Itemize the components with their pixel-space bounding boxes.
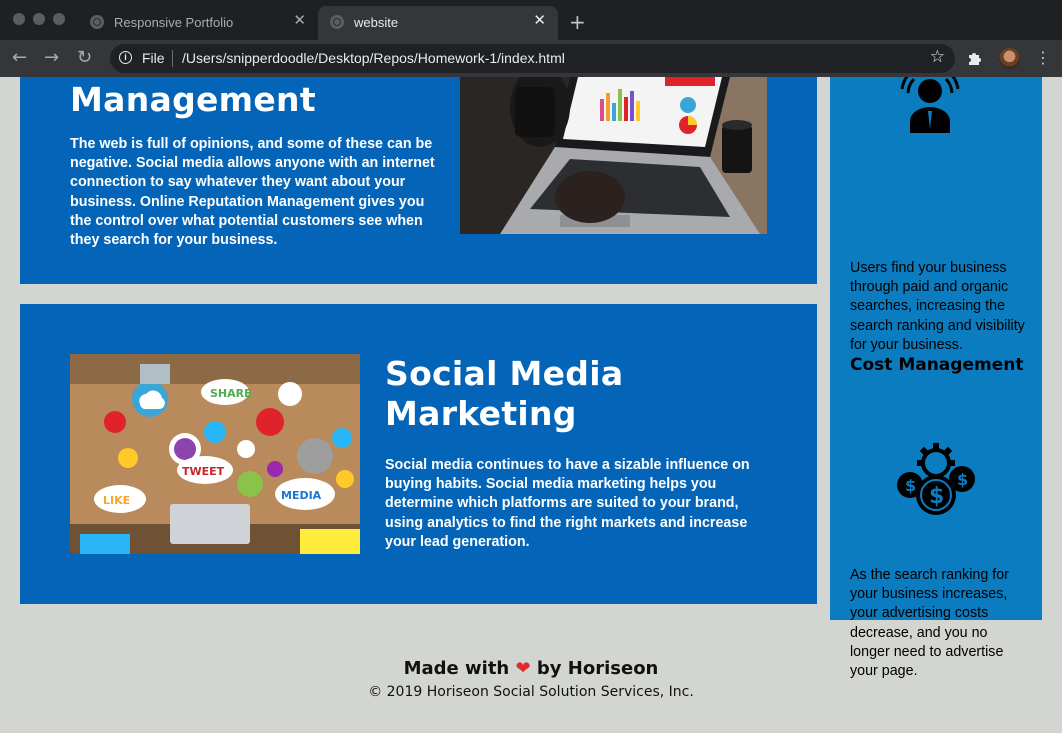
tab-title: website bbox=[354, 15, 399, 30]
tab-title: Responsive Portfolio bbox=[114, 15, 234, 30]
benefit-lead-text: Users find your business through paid an… bbox=[850, 260, 1025, 353]
browser-window: Responsive Portfolio ✕ website ✕ + ← → ↻… bbox=[0, 0, 1062, 733]
social-media-marketing-section: SHARE TWEET MEDIA LIKE Social Media Mark… bbox=[20, 304, 817, 604]
page-footer: Made with ❤ by Horiseon © 2019 Horiseon … bbox=[0, 657, 1062, 703]
copyright-text: © 2019 Horiseon Social Solution Services… bbox=[368, 684, 694, 700]
svg-text:$: $ bbox=[957, 470, 968, 489]
svg-text:$: $ bbox=[929, 484, 944, 509]
new-tab-button[interactable]: + bbox=[569, 10, 586, 34]
maximize-window-button[interactable] bbox=[53, 13, 65, 25]
svg-text:LIKE: LIKE bbox=[103, 494, 130, 507]
minimize-window-button[interactable] bbox=[33, 13, 45, 25]
bookmark-star-icon[interactable]: ☆ bbox=[930, 47, 945, 67]
by-horiseon-text: by Horiseon bbox=[536, 658, 659, 679]
tab-strip: Responsive Portfolio ✕ website ✕ + bbox=[0, 0, 1062, 40]
reputation-text: The web is full of opinions, and some of… bbox=[70, 136, 435, 249]
extensions-puzzle-icon[interactable] bbox=[966, 49, 984, 67]
svg-text:TWEET: TWEET bbox=[182, 465, 225, 478]
divider bbox=[172, 50, 173, 67]
svg-text:MEDIA: MEDIA bbox=[281, 489, 322, 502]
url-text[interactable]: /Users/snipperdoodle/Desktop/Repos/Homew… bbox=[182, 50, 565, 66]
forward-arrow-icon[interactable]: → bbox=[44, 46, 59, 70]
close-tab-icon[interactable]: ✕ bbox=[293, 12, 306, 30]
reputation-heading: Management bbox=[70, 80, 316, 119]
browser-toolbar: ← → ↻ i File /Users/snipperdoodle/Deskto… bbox=[0, 40, 1062, 77]
benefits-sidebar: Users find your business through paid an… bbox=[830, 77, 1042, 679]
reputation-management-section: Management The web is full of opinions, … bbox=[20, 77, 817, 284]
globe-icon bbox=[330, 15, 344, 29]
page-viewport: Management The web is full of opinions, … bbox=[0, 77, 1062, 733]
social-media-heading: Social Media Marketing bbox=[385, 354, 624, 433]
social-media-text: Social media continues to have a sizable… bbox=[385, 457, 750, 550]
svg-text:SHARE: SHARE bbox=[210, 387, 252, 400]
cost-management-gear-coins-icon: $ $ $ bbox=[897, 443, 975, 515]
made-with-line: Made with ❤ by Horiseon bbox=[0, 657, 1062, 681]
svg-text:$: $ bbox=[905, 476, 916, 495]
lightbulb-person-icon bbox=[900, 77, 960, 133]
more-menu-icon[interactable]: ⋮ bbox=[1035, 46, 1051, 70]
cost-management-heading: Cost Management bbox=[850, 355, 1024, 375]
address-bar[interactable]: i File /Users/snipperdoodle/Desktop/Repo… bbox=[110, 44, 955, 73]
url-scheme: File bbox=[142, 50, 165, 66]
tab-website[interactable]: website ✕ bbox=[318, 6, 558, 40]
back-arrow-icon[interactable]: ← bbox=[12, 46, 27, 70]
laptop-analytics-image bbox=[460, 77, 767, 234]
profile-avatar[interactable] bbox=[999, 48, 1020, 69]
heart-icon: ❤ bbox=[515, 658, 531, 679]
close-window-button[interactable] bbox=[13, 13, 25, 25]
close-tab-icon[interactable]: ✕ bbox=[533, 12, 546, 30]
social-media-collage-image: SHARE TWEET MEDIA LIKE bbox=[70, 354, 360, 554]
globe-icon bbox=[90, 15, 104, 29]
tab-responsive-portfolio[interactable]: Responsive Portfolio ✕ bbox=[78, 6, 318, 40]
reload-icon[interactable]: ↻ bbox=[77, 46, 92, 70]
made-with-text: Made with bbox=[403, 658, 510, 679]
info-icon[interactable]: i bbox=[119, 51, 132, 64]
